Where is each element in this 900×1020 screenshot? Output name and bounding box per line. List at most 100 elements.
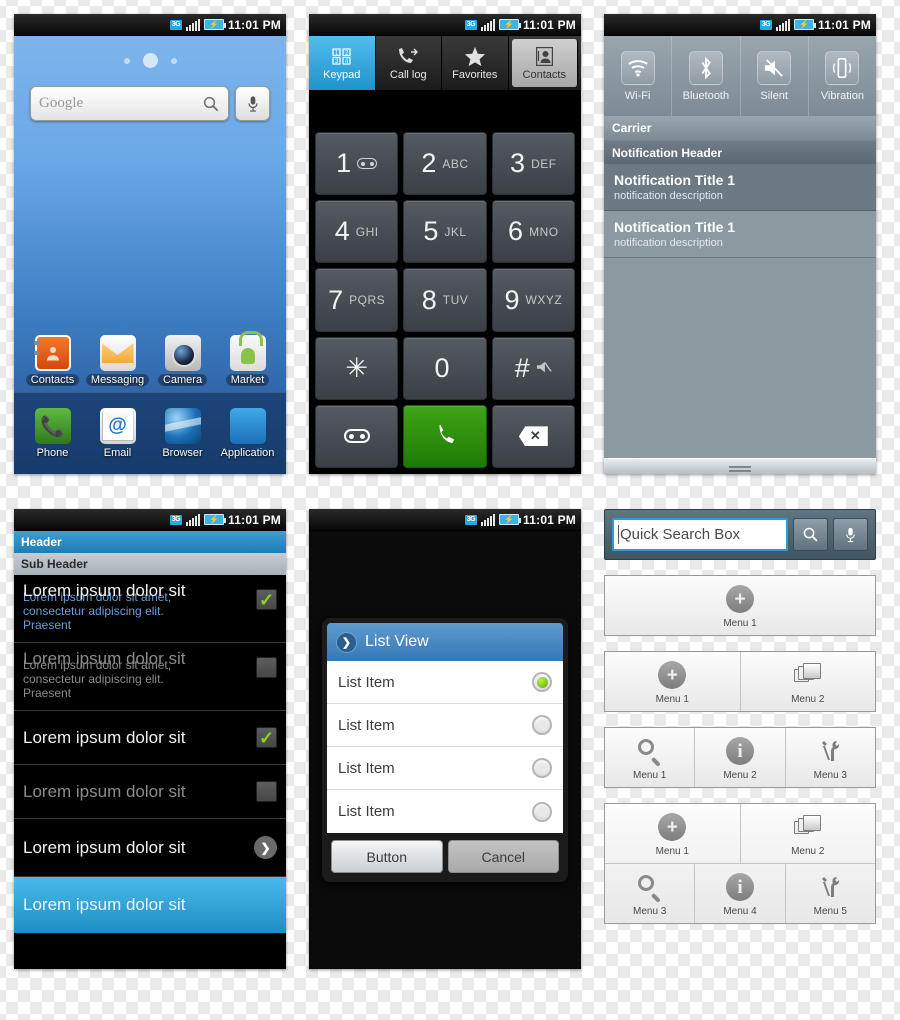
tab-call-log[interactable]: Call log [376, 36, 442, 90]
dialog-button-bar: Button Cancel [327, 833, 563, 877]
email-at-icon: @ [99, 408, 136, 444]
menu-item[interactable]: + Menu 1 [605, 652, 741, 711]
info-circle-icon: i [725, 872, 755, 902]
app-market[interactable]: Market [219, 331, 277, 386]
list-item[interactable]: Lorem ipsum dolor sit Lorem ipsum dolor … [14, 643, 286, 711]
magnifier-icon [635, 872, 665, 903]
menu-item[interactable]: + Menu 1 [605, 576, 875, 635]
app-contacts[interactable]: Contacts [24, 335, 82, 386]
toggle-vibration[interactable]: Vibration [809, 36, 876, 116]
google-search-input[interactable]: Google [30, 86, 229, 121]
bluetooth-icon [688, 50, 723, 85]
checkbox-checked[interactable]: ✓ [256, 589, 277, 610]
radio-selected[interactable] [532, 672, 552, 692]
dialog-cancel-button[interactable]: Cancel [447, 840, 559, 873]
menu-item[interactable]: i Menu 4 [695, 864, 786, 923]
dock-application[interactable]: Application [219, 408, 277, 459]
voice-search-button[interactable] [833, 518, 868, 551]
dialog-list-item[interactable]: List Item [327, 790, 563, 833]
dock-browser[interactable]: Browser [154, 408, 212, 459]
key-7[interactable]: 7 PQRS [315, 268, 399, 332]
menu-item[interactable]: i Menu 2 [695, 728, 786, 787]
tools-icon [815, 736, 845, 766]
page-dot-1[interactable] [123, 57, 130, 64]
voice-search-button[interactable] [235, 86, 270, 121]
search-widget: Google [14, 68, 286, 121]
key-8[interactable]: 8 TUV [403, 268, 487, 332]
tab-label: Contacts [522, 69, 566, 81]
key-4[interactable]: 4 GHI [315, 200, 399, 264]
list-item-title: Lorem ipsum dolor sit [23, 649, 186, 668]
menu-item[interactable]: Menu 1 [605, 728, 696, 787]
call-button[interactable] [403, 404, 487, 469]
quick-search-input[interactable]: Quick Search Box [612, 518, 788, 551]
voicemail-button[interactable] [315, 404, 399, 469]
tab-keypad[interactable]: 1234 Keypad [309, 36, 376, 90]
radio-unselected[interactable] [532, 715, 552, 735]
key-number: ✳ [345, 352, 368, 383]
menu-item[interactable]: + Menu 1 [605, 804, 741, 863]
toggle-bluetooth[interactable]: Bluetooth [672, 36, 741, 116]
key-number: 7 [328, 284, 344, 315]
dialog-primary-button[interactable]: Button [331, 840, 443, 873]
key-star[interactable]: ✳ [315, 336, 399, 400]
app-messaging[interactable]: Messaging [85, 335, 150, 386]
dock-email[interactable]: @ Email [89, 408, 147, 459]
dock-phone[interactable]: 📞 Phone [24, 408, 82, 459]
toggle-silent[interactable]: Silent [741, 36, 809, 116]
menu-item[interactable]: Menu 2 [741, 804, 876, 863]
dock-label: Browser [162, 447, 203, 459]
list-item[interactable]: Lorem ipsum dolor sit [14, 765, 286, 819]
key-number: 4 [334, 216, 350, 247]
network-3g-icon: 3G [759, 19, 773, 30]
key-5[interactable]: 5 JKL [403, 200, 487, 264]
backspace-button[interactable]: ✕ [491, 404, 575, 469]
key-9[interactable]: 9 WXYZ [491, 268, 575, 332]
key-2[interactable]: 2 ABC [403, 132, 487, 196]
chevron-right-icon[interactable]: ❯ [254, 836, 277, 859]
notification-item[interactable]: Notification Title 1 notification descri… [604, 164, 876, 211]
tab-favorites[interactable]: Favorites [442, 36, 509, 90]
notification-item[interactable]: Notification Title 1 notification descri… [604, 211, 876, 258]
page-dot-3[interactable] [170, 57, 177, 64]
dock-label: Application [220, 447, 275, 459]
menu-item[interactable]: Menu 3 [786, 728, 875, 787]
menu-item-label: Menu 1 [655, 694, 689, 705]
list-item[interactable]: Lorem ipsum dolor sit ❯ [14, 819, 286, 877]
tab-contacts[interactable]: Contacts [511, 39, 578, 87]
microphone-icon [247, 95, 258, 112]
key-3[interactable]: 3 DEF [491, 132, 575, 196]
menu-item-label: Menu 2 [723, 770, 757, 781]
dialog-list-item[interactable]: List Item [327, 661, 563, 704]
dialog-list-item[interactable]: List Item [327, 747, 563, 790]
checkbox-unchecked[interactable] [256, 781, 277, 802]
key-0[interactable]: 0 [403, 336, 487, 400]
menu-item[interactable]: Menu 3 [605, 864, 696, 923]
menu-item-label: Menu 2 [791, 694, 825, 705]
radio-unselected[interactable] [532, 758, 552, 778]
list-item[interactable]: Lorem ipsum dolor sit Lorem ipsum dolor … [14, 575, 286, 643]
tab-label: Call log [389, 69, 427, 81]
toggle-label: Silent [760, 89, 788, 102]
checkbox-checked[interactable]: ✓ [256, 727, 277, 748]
page-dot-2-active[interactable] [142, 53, 158, 68]
dialog-list-item[interactable]: List Item [327, 704, 563, 747]
app-camera[interactable]: Camera [154, 335, 212, 386]
menu-item[interactable]: Menu 2 [741, 652, 876, 711]
app-label: Messaging [85, 374, 150, 386]
page-indicator [14, 36, 286, 68]
radio-unselected[interactable] [532, 801, 552, 822]
list-item-title: Lorem ipsum dolor sit [23, 837, 186, 857]
toggle-wifi[interactable]: Wi-Fi [604, 36, 673, 116]
key-hash[interactable]: # [491, 336, 575, 400]
checkbox-unchecked[interactable] [256, 657, 277, 678]
key-1[interactable]: 1 [315, 132, 399, 196]
list-item-selected[interactable]: Lorem ipsum dolor sit [14, 877, 286, 933]
key-6[interactable]: 6 MNO [491, 200, 575, 264]
app-grid-icon [229, 408, 266, 444]
menu-item[interactable]: Menu 5 [786, 864, 875, 923]
search-button[interactable] [793, 518, 828, 551]
shade-drag-handle[interactable] [604, 458, 876, 474]
list-item[interactable]: Lorem ipsum dolor sit ✓ [14, 711, 286, 765]
menu-panel-4: + Menu 1 Menu 2 Menu 3 i Menu 4 Menu 5 [604, 803, 876, 924]
